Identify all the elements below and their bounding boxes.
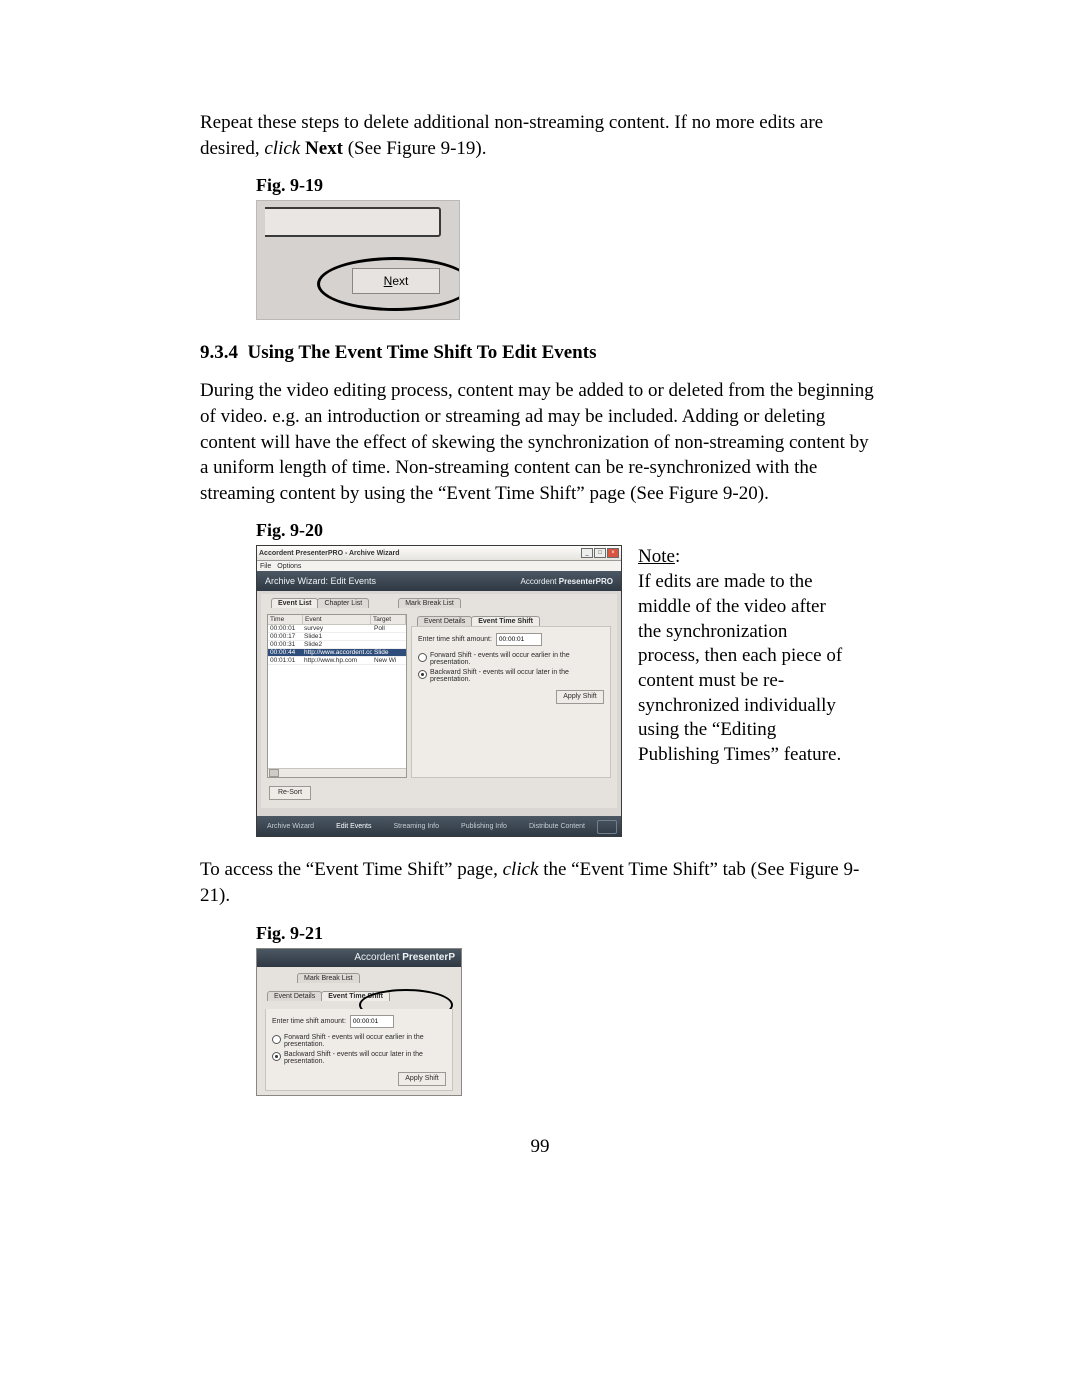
radio-forward-shift[interactable]: Forward Shift - events will occur earlie…	[272, 1034, 446, 1048]
text: :	[675, 546, 680, 567]
shift-amount-label: Enter time shift amount:	[272, 1018, 346, 1025]
radio-icon	[272, 1052, 281, 1061]
sub-tabs: Event Details Event Time Shift	[417, 616, 611, 626]
tab-event-time-shift[interactable]: Event Time Shift	[471, 616, 540, 626]
text-italic: click	[264, 138, 300, 159]
brand-logo-icon	[597, 820, 617, 834]
figure-9-20: Accordent PresenterPRO - Archive Wizard …	[256, 545, 622, 837]
text: (See Figure 9-19).	[343, 138, 487, 159]
para-repeat-steps: Repeat these steps to delete additional …	[200, 110, 880, 161]
footer-step[interactable]: Distribute Content	[529, 823, 585, 830]
side-note: Note: If edits are made to the middle of…	[638, 545, 843, 767]
page-number: 99	[200, 1136, 880, 1158]
radio-label: Backward Shift - events will occur later…	[284, 1051, 446, 1065]
col-time[interactable]: Time	[268, 615, 303, 624]
ui-strip	[265, 207, 441, 237]
banner-brand: Accordent PresenterPRO	[521, 577, 614, 586]
col-event[interactable]: Event	[303, 615, 371, 624]
radio-forward-shift[interactable]: Forward Shift - events will occur earlie…	[418, 652, 604, 666]
radio-label: Forward Shift - events will occur earlie…	[430, 652, 604, 666]
tab-mark-break-list[interactable]: Mark Break List	[297, 973, 360, 983]
maximize-icon[interactable]: □	[594, 548, 606, 558]
shift-amount-input[interactable]	[350, 1015, 394, 1028]
tab-chapter-list[interactable]: Chapter List	[317, 598, 369, 608]
radio-label: Forward Shift - events will occur earlie…	[284, 1034, 446, 1048]
window-title: Accordent PresenterPRO - Archive Wizard	[259, 550, 400, 557]
section-title: Using The Event Time Shift To Edit Event…	[248, 342, 597, 363]
label: ext	[392, 274, 408, 288]
time-shift-panel: Enter time shift amount: Forward Shift -…	[265, 1009, 453, 1091]
menubar: File Options	[257, 561, 621, 571]
h-scrollbar[interactable]	[268, 768, 406, 777]
section-number: 9.3.4	[200, 342, 238, 363]
figure-9-21: Accordent PresenterP Mark Break List Eve…	[256, 948, 462, 1096]
table-row[interactable]: 00:00:31Slide2	[268, 641, 406, 649]
shift-amount-input[interactable]	[496, 633, 542, 646]
table-row[interactable]: 00:01:01http://www.hp.comNew Wi	[268, 657, 406, 665]
para-to-access: To access the “Event Time Shift” page, c…	[200, 857, 880, 908]
radio-label: Backward Shift - events will occur later…	[430, 669, 604, 683]
caption-fig-9-19: Fig. 9-19	[256, 175, 880, 196]
text: To access the “Event Time Shift” page,	[200, 859, 503, 880]
radio-backward-shift[interactable]: Backward Shift - events will occur later…	[418, 669, 604, 683]
caption-fig-9-20: Fig. 9-20	[256, 520, 880, 541]
footer-step[interactable]: Streaming Info	[394, 823, 440, 830]
menu-options[interactable]: Options	[277, 563, 301, 570]
table-row[interactable]: 00:00:17Slide1	[268, 633, 406, 641]
tab-event-list[interactable]: Event List	[271, 598, 318, 608]
footer-step[interactable]: Edit Events	[336, 823, 371, 830]
next-button[interactable]: Next	[352, 268, 440, 294]
col-target[interactable]: Target	[371, 615, 406, 624]
tab-mark-break-list[interactable]: Mark Break List	[398, 598, 461, 608]
event-list[interactable]: Time Event Target 00:00:01surveyPoll 00:…	[267, 614, 407, 778]
radio-backward-shift[interactable]: Backward Shift - events will occur later…	[272, 1051, 446, 1065]
wizard-footer: Archive Wizard Edit Events Streaming Inf…	[257, 816, 621, 836]
table-row[interactable]: 00:00:01surveyPoll	[268, 625, 406, 633]
radio-icon	[272, 1035, 281, 1044]
shift-amount-label: Enter time shift amount:	[418, 636, 492, 643]
tab-event-details[interactable]: Event Details	[267, 991, 322, 1001]
resort-button[interactable]: Re-Sort	[269, 786, 311, 800]
text-italic: click	[503, 859, 539, 880]
wizard-banner: Archive Wizard: Edit Events Accordent Pr…	[257, 571, 621, 591]
banner: Accordent PresenterP	[257, 949, 461, 967]
figure-9-19: Next	[256, 200, 460, 320]
para-during-video: During the video editing process, conten…	[200, 378, 880, 506]
section-heading: 9.3.4 Using The Event Time Shift To Edit…	[200, 342, 880, 364]
close-icon[interactable]: ×	[607, 548, 619, 558]
radio-icon	[418, 670, 427, 679]
footer-step[interactable]: Archive Wizard	[267, 823, 314, 830]
table-row[interactable]: 00:00:44http://www.accordent.comSlide	[268, 649, 406, 657]
banner-left: Archive Wizard: Edit Events	[265, 576, 376, 586]
top-tabs: Event List Chapter List Mark Break List	[271, 598, 617, 608]
tab-event-details[interactable]: Event Details	[417, 616, 472, 626]
radio-icon	[418, 653, 427, 662]
time-shift-panel: Enter time shift amount: Forward Shift -…	[411, 626, 611, 778]
note-body: If edits are made to the middle of the v…	[638, 571, 842, 765]
note-heading: Note	[638, 546, 675, 567]
apply-shift-button[interactable]: Apply Shift	[398, 1072, 446, 1086]
text-bold: Next	[305, 138, 343, 159]
footer-step[interactable]: Publishing Info	[461, 823, 507, 830]
minimize-icon[interactable]: _	[581, 548, 593, 558]
window-titlebar: Accordent PresenterPRO - Archive Wizard …	[257, 546, 621, 561]
menu-file[interactable]: File	[260, 563, 271, 570]
caption-fig-9-21: Fig. 9-21	[256, 923, 880, 944]
apply-shift-button[interactable]: Apply Shift	[556, 690, 604, 704]
